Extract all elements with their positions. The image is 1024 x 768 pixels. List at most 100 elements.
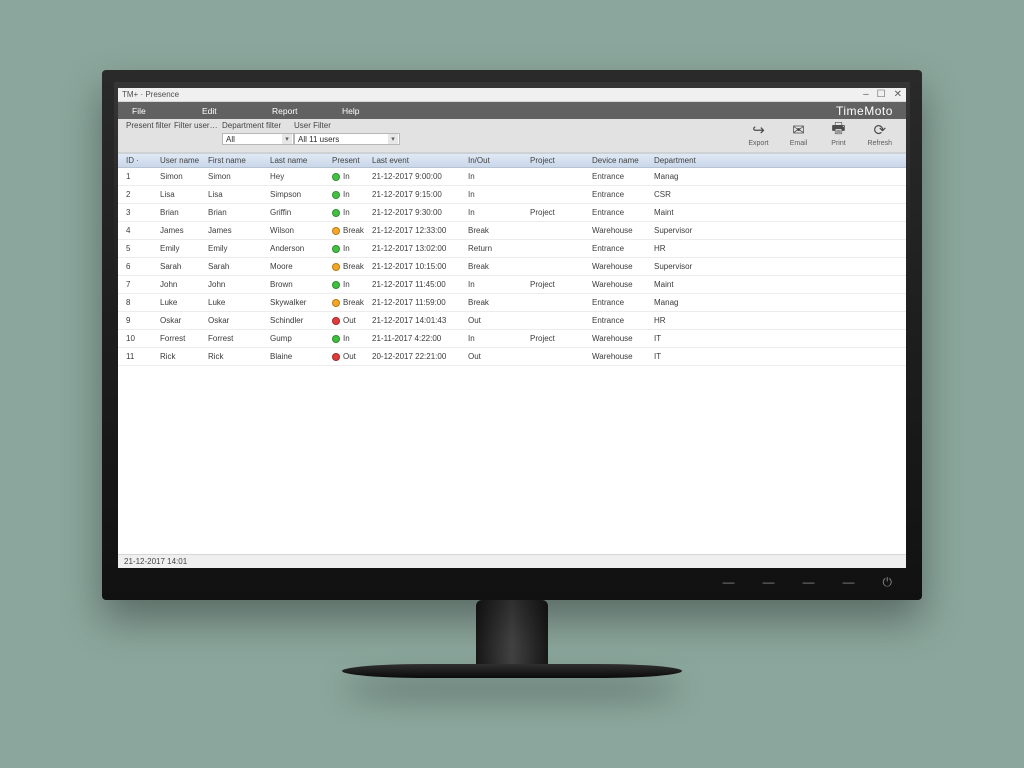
table-header[interactable]: ID · User name First name Last name Pres… [118,153,906,168]
cell-department: Supervisor [654,226,716,235]
cell-last-name: Gump [270,334,332,343]
cell-present: In [332,244,372,253]
menu-edit[interactable]: Edit [202,106,272,116]
department-filter-value: All [226,135,235,144]
table-row[interactable]: 1SimonSimonHeyIn21-12-2017 9:00:00InEntr… [118,168,906,186]
col-user-name[interactable]: User name [160,156,208,165]
close-button[interactable]: ✕ [894,89,902,100]
email-label: Email [790,140,808,147]
cell-last-name: Anderson [270,244,332,253]
department-filter-label: Department filter [222,121,294,130]
cell-last-event: 21-12-2017 10:15:00 [372,262,468,271]
department-filter: Department filter All ▾ [222,121,294,145]
cell-last-event: 21-12-2017 9:00:00 [372,172,468,181]
cell-department: CSR [654,190,716,199]
presence-dot-icon [332,353,340,361]
table-row[interactable]: 3BrianBrianGriffinIn21-12-2017 9:30:00In… [118,204,906,222]
user-filter-value: All 11 users [298,135,339,144]
app-brand: TimeMoto [836,104,906,118]
col-id[interactable]: ID · [120,156,160,165]
cell-department: Maint [654,208,716,217]
table-row[interactable]: 5EmilyEmilyAndersonIn21-12-2017 13:02:00… [118,240,906,258]
user-filter-select[interactable]: All 11 users ▾ [294,133,400,145]
table-row[interactable]: 6SarahSarahMooreBreak21-12-2017 10:15:00… [118,258,906,276]
cell-in-out: Break [468,298,530,307]
export-button[interactable]: ↪ Export [747,121,769,147]
status-bar: 21-12-2017 14:01 [118,554,906,568]
cell-present: In [332,334,372,343]
cell-present: Break [332,298,372,307]
cell-user-name: James [160,226,208,235]
window-title: TM+ · Presence [122,90,179,99]
cell-user-name: Emily [160,244,208,253]
export-label: Export [748,140,768,147]
menu-report[interactable]: Report [272,106,342,116]
email-button[interactable]: ✉ Email [787,121,809,147]
menu-bar: File Edit Report Help TimeMoto [118,102,906,119]
present-filter: Present filter [126,121,174,130]
export-icon: ↪ [747,121,769,139]
minimize-button[interactable]: – [863,89,869,100]
cell-id: 5 [120,244,160,253]
col-present[interactable]: Present [332,156,372,165]
cell-last-name: Skywalker [270,298,332,307]
printer-icon: 🖶 [827,121,849,139]
chevron-down-icon: ▾ [388,134,398,144]
present-filter-label: Present filter [126,121,174,130]
cell-id: 2 [120,190,160,199]
table-row[interactable]: 11RickRickBlaineOut20-12-2017 22:21:00Ou… [118,348,906,366]
cell-device: Entrance [592,172,654,181]
refresh-label: Refresh [867,140,892,147]
user-search-filter: Filter user… [174,121,222,130]
table-row[interactable]: 2LisaLisaSimpsonIn21-12-2017 9:15:00InEn… [118,186,906,204]
cell-in-out: In [468,172,530,181]
presence-dot-icon [332,191,340,199]
cell-last-event: 21-12-2017 13:02:00 [372,244,468,253]
cell-first-name: James [208,226,270,235]
col-project[interactable]: Project [530,156,592,165]
col-last-name[interactable]: Last name [270,156,332,165]
presence-dot-icon [332,227,340,235]
app-window: TM+ · Presence – ☐ ✕ File Edit Report He… [118,88,906,568]
col-in-out[interactable]: In/Out [468,156,530,165]
cell-user-name: John [160,280,208,289]
table-row[interactable]: 9OskarOskarSchindlerOut21-12-2017 14:01:… [118,312,906,330]
cell-in-out: In [468,280,530,289]
table-row[interactable]: 10ForrestForrestGumpIn21-11-2017 4:22:00… [118,330,906,348]
cell-department: IT [654,352,716,361]
cell-present: In [332,208,372,217]
cell-project: Project [530,280,592,289]
table-row[interactable]: 4JamesJamesWilsonBreak21-12-2017 12:33:0… [118,222,906,240]
cell-department: Manag [654,172,716,181]
col-department[interactable]: Department [654,156,716,165]
print-button[interactable]: 🖶 Print [827,121,849,147]
cell-last-name: Griffin [270,208,332,217]
chevron-down-icon: ▾ [282,134,292,144]
monitor-frame: TM+ · Presence – ☐ ✕ File Edit Report He… [102,70,922,678]
col-last-event[interactable]: Last event [372,156,468,165]
maximize-button[interactable]: ☐ [877,89,886,100]
cell-device: Entrance [592,298,654,307]
cell-id: 7 [120,280,160,289]
col-device[interactable]: Device name [592,156,654,165]
table-row[interactable]: 8LukeLukeSkywalkerBreak21-12-2017 11:59:… [118,294,906,312]
table-row[interactable]: 7JohnJohnBrownIn21-12-2017 11:45:00InPro… [118,276,906,294]
cell-last-name: Moore [270,262,332,271]
cell-user-name: Simon [160,172,208,181]
refresh-button[interactable]: ⟳ Refresh [867,121,892,147]
cell-last-event: 21-12-2017 11:59:00 [372,298,468,307]
menu-help[interactable]: Help [342,106,412,116]
cell-first-name: Lisa [208,190,270,199]
cell-last-name: Wilson [270,226,332,235]
presence-dot-icon [332,335,340,343]
cell-id: 11 [120,352,160,361]
menu-file[interactable]: File [132,106,202,116]
cell-device: Warehouse [592,280,654,289]
monitor-hard-buttons: ————⏻ [723,575,895,590]
user-filter-label: User Filter [294,121,400,130]
presence-dot-icon [332,173,340,181]
cell-id: 8 [120,298,160,307]
department-filter-select[interactable]: All ▾ [222,133,294,145]
print-label: Print [831,140,845,147]
col-first-name[interactable]: First name [208,156,270,165]
